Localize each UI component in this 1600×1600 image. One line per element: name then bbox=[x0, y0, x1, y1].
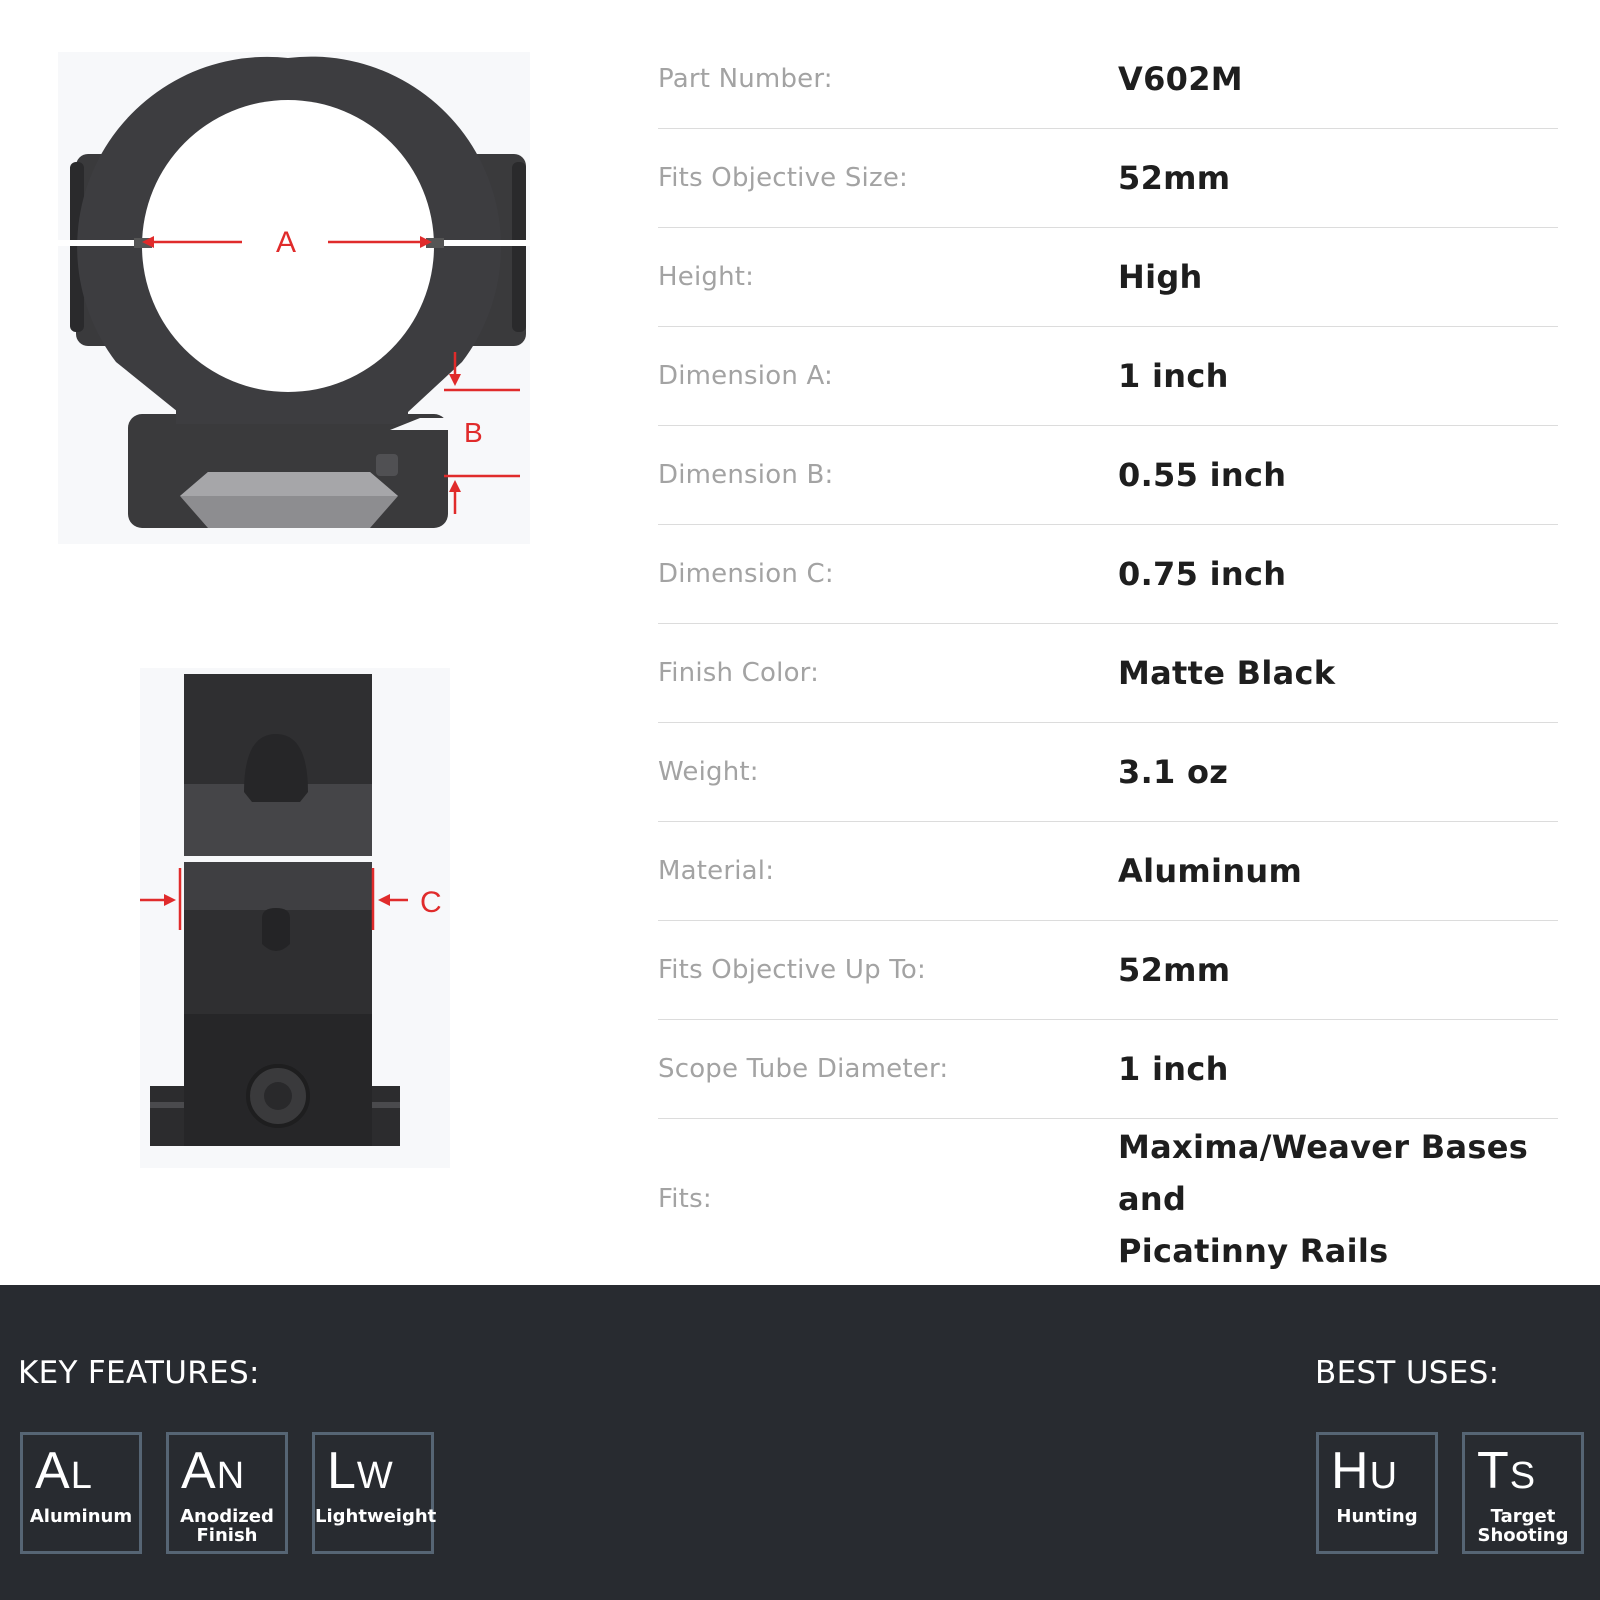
spec-label: Part Number: bbox=[658, 64, 833, 94]
spec-row-fits: Fits: Maxima/Weaver Bases and Picatinny … bbox=[658, 1119, 1558, 1279]
spec-row-material: Material: Aluminum bbox=[658, 822, 1558, 921]
spec-value-line: Picatinny Rails bbox=[1118, 1232, 1389, 1270]
spec-row-fits-objective-up-to: Fits Objective Up To: 52mm bbox=[658, 921, 1558, 1020]
features-panel: KEY FEATURES: BEST USES: AL Aluminum AN … bbox=[0, 1285, 1600, 1600]
spec-value: 3.1 oz bbox=[1118, 753, 1229, 791]
feature-name: Aluminum bbox=[29, 1506, 133, 1527]
spec-row-finish-color: Finish Color: Matte Black bbox=[658, 624, 1558, 723]
anodized-finish-icon: AN Anodized Finish bbox=[166, 1432, 288, 1554]
aluminum-icon: AL Aluminum bbox=[20, 1432, 142, 1554]
spec-label: Dimension A: bbox=[658, 361, 833, 391]
use-name: Target Shooting bbox=[1477, 1506, 1569, 1546]
element-symbol: LW bbox=[327, 1442, 394, 1500]
spec-value: Aluminum bbox=[1118, 852, 1303, 890]
element-symbol: AL bbox=[35, 1442, 93, 1500]
spec-row-fits-objective-size: Fits Objective Size: 52mm bbox=[658, 129, 1558, 228]
spec-row-dimension-a: Dimension A: 1 inch bbox=[658, 327, 1558, 426]
front-view-diagram: A B bbox=[58, 52, 530, 544]
target-shooting-icon: TS Target Shooting bbox=[1462, 1432, 1584, 1554]
spec-table: Part Number: V602M Fits Objective Size: … bbox=[658, 30, 1558, 1279]
spec-value: 0.55 inch bbox=[1118, 456, 1287, 494]
spec-row-weight: Weight: 3.1 oz bbox=[658, 723, 1558, 822]
feature-name: Lightweight bbox=[315, 1506, 437, 1527]
spec-value: 52mm bbox=[1118, 159, 1231, 197]
spec-row-dimension-c: Dimension C: 0.75 inch bbox=[658, 525, 1558, 624]
spec-value: Maxima/Weaver Bases and Picatinny Rails bbox=[1118, 1121, 1558, 1277]
spec-label: Fits Objective Size: bbox=[658, 163, 908, 193]
spec-label: Dimension C: bbox=[658, 559, 834, 589]
dimension-b-label: B bbox=[464, 417, 483, 448]
spec-value: 1 inch bbox=[1118, 357, 1229, 395]
key-features-title: KEY FEATURES: bbox=[18, 1355, 260, 1391]
spec-row-height: Height: High bbox=[658, 228, 1558, 327]
spec-value: High bbox=[1118, 258, 1203, 296]
spec-label: Scope Tube Diameter: bbox=[658, 1054, 949, 1084]
spec-value: 1 inch bbox=[1118, 1050, 1229, 1088]
feature-name: Anodized Finish bbox=[180, 1506, 274, 1546]
spec-label: Weight: bbox=[658, 757, 759, 787]
spec-value: Matte Black bbox=[1118, 654, 1336, 692]
element-symbol: TS bbox=[1477, 1442, 1537, 1500]
spec-label: Dimension B: bbox=[658, 460, 834, 490]
spec-label: Finish Color: bbox=[658, 658, 820, 688]
element-symbol: AN bbox=[181, 1442, 246, 1500]
hunting-icon: HU Hunting bbox=[1316, 1432, 1438, 1554]
spec-row-dimension-b: Dimension B: 0.55 inch bbox=[658, 426, 1558, 525]
dimension-c-label: C bbox=[420, 886, 442, 919]
spec-value-line: Maxima/Weaver Bases and bbox=[1118, 1128, 1529, 1218]
spec-row-scope-tube-diameter: Scope Tube Diameter: 1 inch bbox=[658, 1020, 1558, 1119]
spec-value: 52mm bbox=[1118, 951, 1231, 989]
spec-label: Fits Objective Up To: bbox=[658, 955, 926, 985]
spec-row-part-number: Part Number: V602M bbox=[658, 30, 1558, 129]
spec-label: Material: bbox=[658, 856, 775, 886]
dimension-a-label: A bbox=[276, 226, 296, 259]
spec-label: Fits: bbox=[658, 1184, 712, 1214]
element-symbol: HU bbox=[1331, 1442, 1399, 1500]
best-uses-title: BEST USES: bbox=[1315, 1355, 1500, 1391]
use-name: Hunting bbox=[1336, 1506, 1418, 1527]
spec-value: V602M bbox=[1118, 60, 1243, 98]
spec-value: 0.75 inch bbox=[1118, 555, 1287, 593]
side-view-diagram: C bbox=[140, 668, 450, 1168]
lightweight-icon: LW Lightweight bbox=[312, 1432, 437, 1554]
spec-label: Height: bbox=[658, 262, 755, 292]
